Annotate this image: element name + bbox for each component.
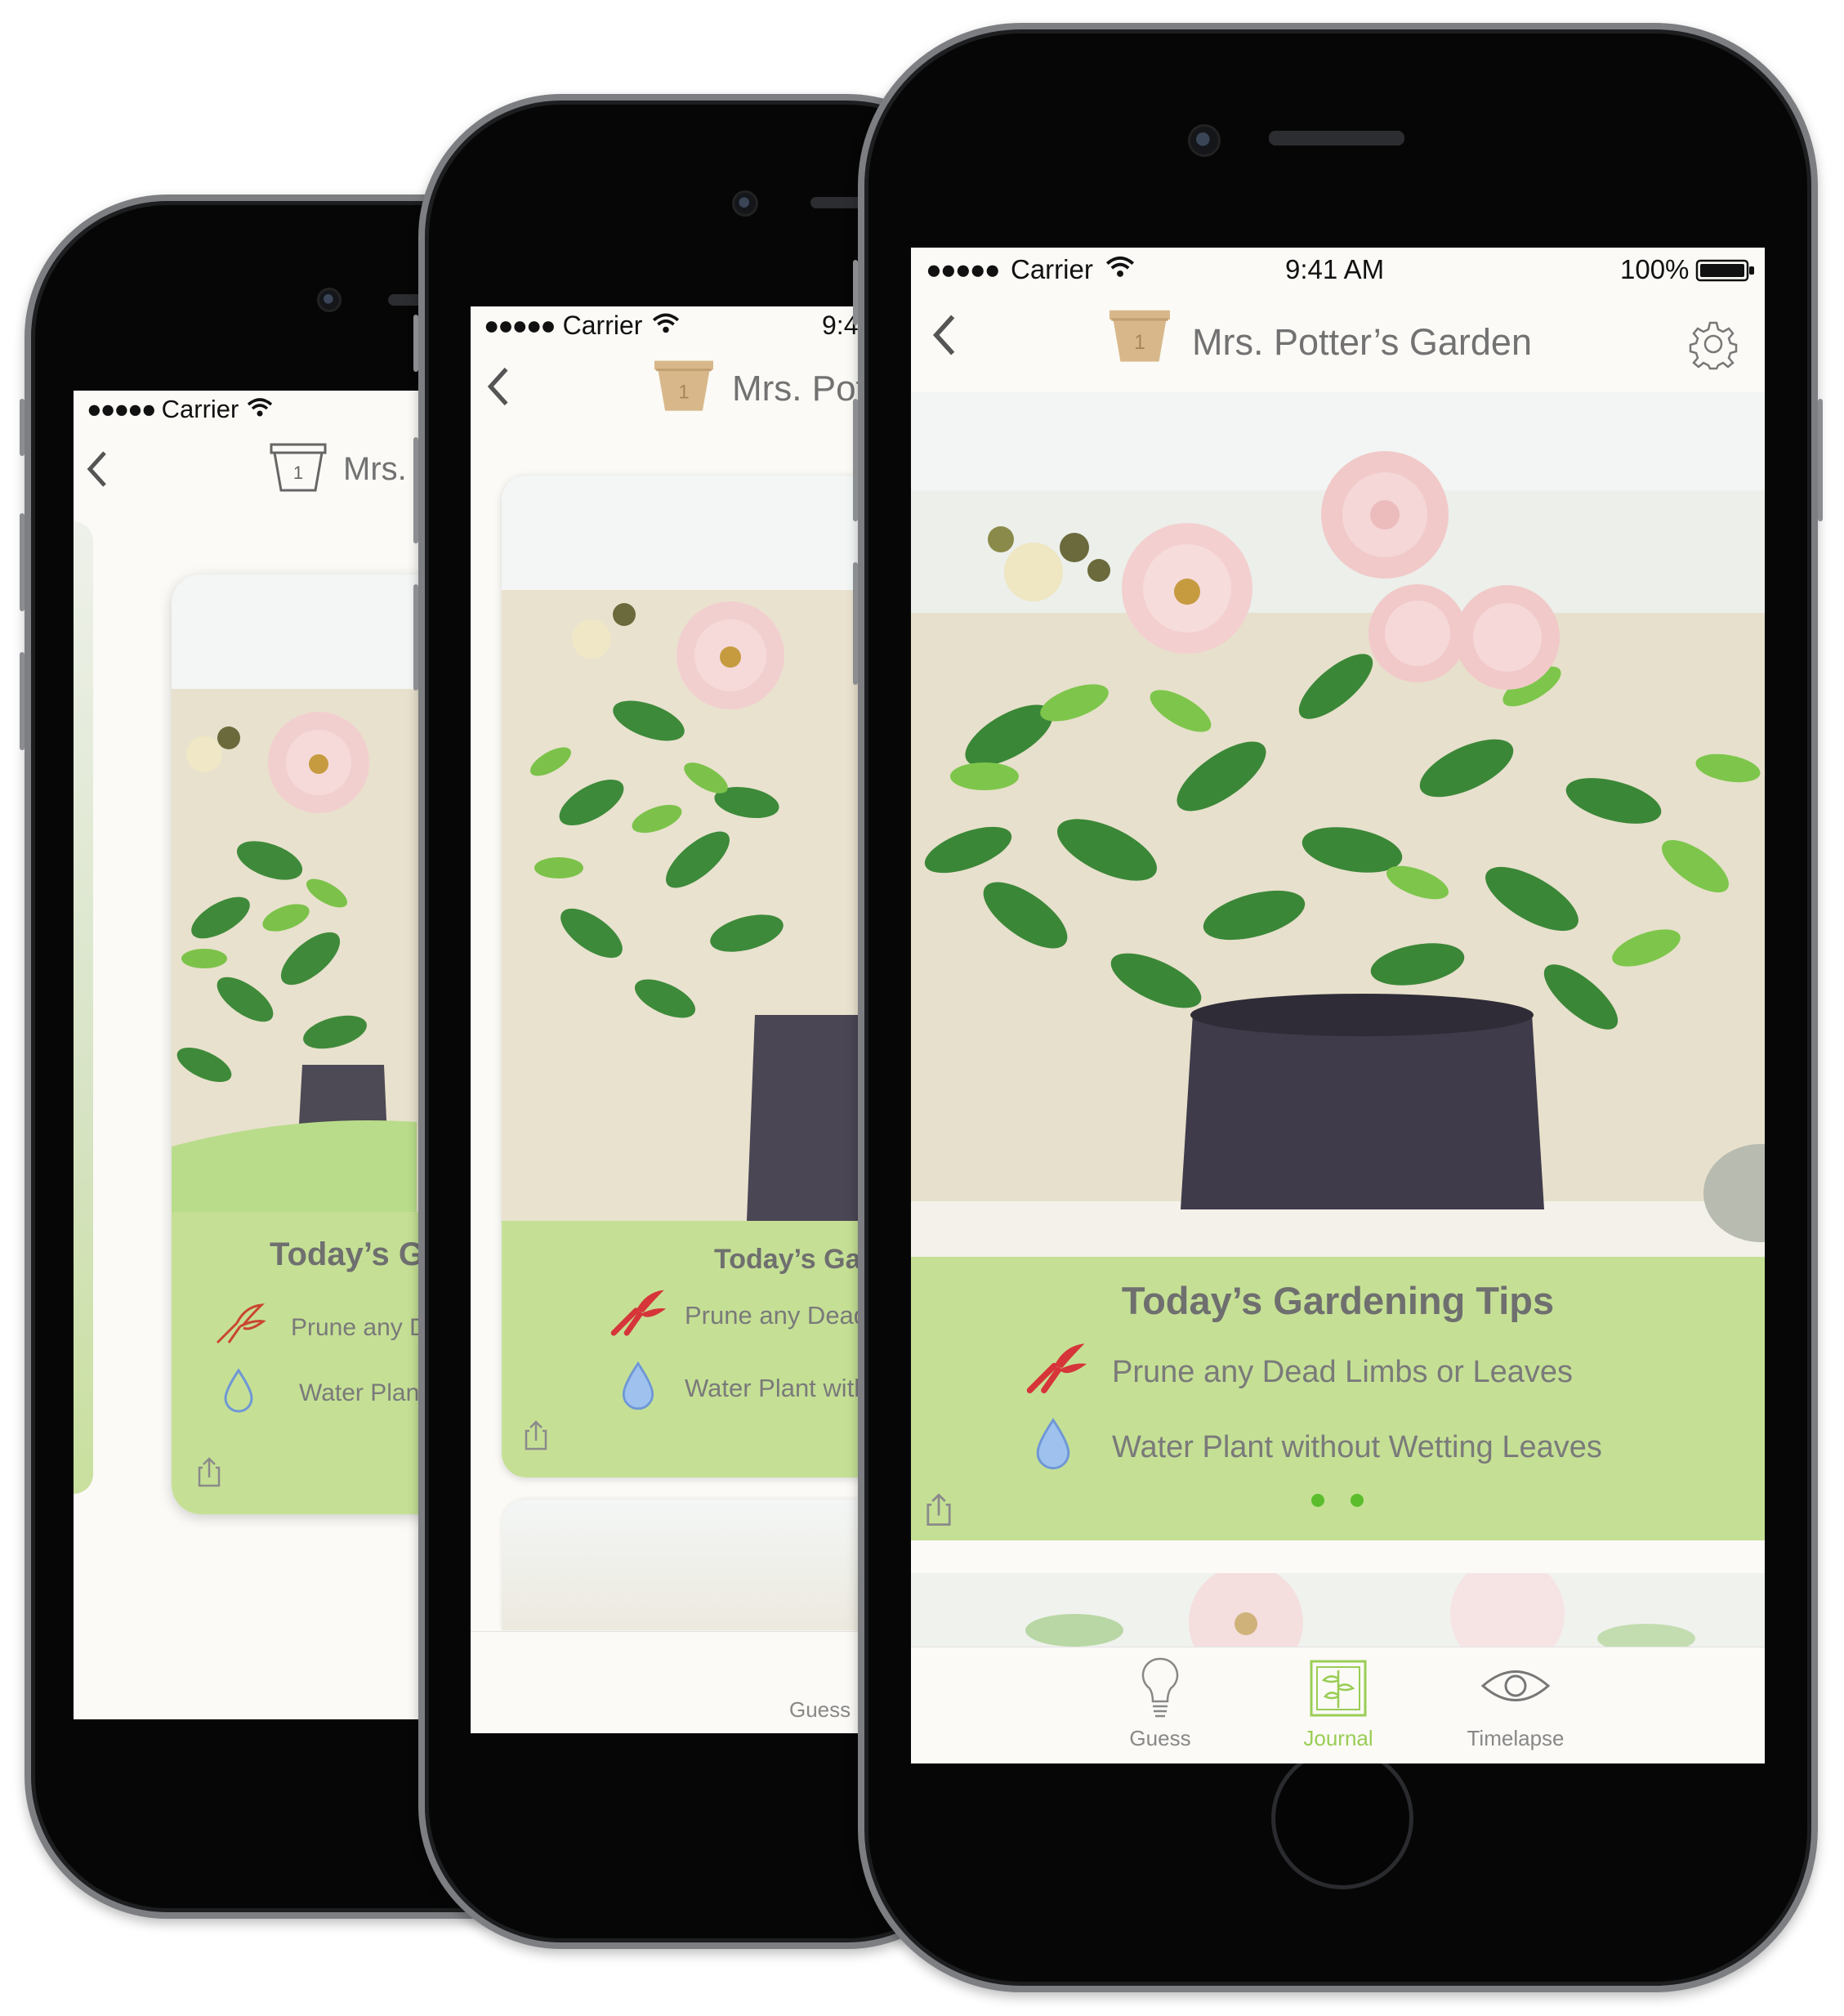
tip-text: Water Plant without Wetting Leaves xyxy=(1112,1429,1602,1464)
back-chevron-icon[interactable] xyxy=(931,311,958,363)
pot-icon: 1 xyxy=(1105,305,1174,369)
page-dot[interactable] xyxy=(1311,1494,1324,1507)
back-chevron-icon[interactable] xyxy=(485,365,511,412)
wifi-icon xyxy=(1105,254,1135,285)
signal-strength-icon: ●●●●● xyxy=(926,254,1001,284)
settings-gear-icon[interactable] xyxy=(1687,318,1739,374)
tip-item: Prune any Dead Limbs or Leaves xyxy=(1024,1339,1573,1406)
tab-label: Timelapse xyxy=(1467,1726,1565,1750)
nav-bar: 1 Mrs. Potter’s Garden xyxy=(911,290,1765,388)
tab-guess[interactable]: Guess xyxy=(1099,1656,1221,1751)
carrier-label: Carrier xyxy=(161,395,239,423)
back-chevron-icon[interactable] xyxy=(85,449,109,493)
pruning-shears-icon xyxy=(212,1302,275,1354)
tab-timelapse[interactable]: Timelapse xyxy=(1450,1665,1581,1751)
tips-title: Today’s Gardening Tips xyxy=(1121,1279,1555,1322)
carrier-label: Carrier xyxy=(1011,254,1093,284)
nav-title: Mrs. Potter’s Garden xyxy=(1192,321,1532,363)
water-drop-icon xyxy=(619,1360,673,1417)
wifi-icon xyxy=(247,395,273,424)
journal-card[interactable]: Today’s Gardening Tips Prune any Dead Li… xyxy=(911,392,1765,1540)
tab-bar: Guess Journal Timelapse xyxy=(911,1647,1765,1763)
signal-strength-icon: ●●●●● xyxy=(484,310,556,340)
phone-front: ●●●●● Carrier 9:41 AM 100% 1 Mrs. Potter… xyxy=(853,23,1823,1992)
eye-icon xyxy=(1450,1665,1581,1726)
screen-phone-3: ●●●●● Carrier 9:41 AM 100% 1 Mrs. Potter… xyxy=(911,248,1765,1763)
water-drop-icon xyxy=(1034,1416,1089,1478)
prev-card-edge xyxy=(74,521,93,1494)
pruning-shears-icon xyxy=(608,1286,673,1345)
lightbulb-icon xyxy=(1099,1656,1221,1726)
battery-percent: 100% xyxy=(1620,254,1690,284)
water-drop-icon xyxy=(222,1367,275,1419)
tips-panel: Today’s Gardening Tips Prune any Dead Li… xyxy=(911,1257,1765,1540)
tab-label: Guess xyxy=(1129,1726,1191,1750)
svg-text:1: 1 xyxy=(1134,332,1145,354)
journal-card-next[interactable] xyxy=(911,1573,1765,1647)
signal-strength-icon: ●●●●● xyxy=(87,395,157,423)
tab-journal[interactable]: Journal xyxy=(1277,1659,1400,1751)
wifi-icon xyxy=(652,311,680,341)
carrier-label: Carrier xyxy=(562,310,643,340)
svg-text:1: 1 xyxy=(678,381,689,403)
pruning-shears-icon xyxy=(1024,1339,1089,1406)
share-icon[interactable] xyxy=(924,1492,953,1532)
page-dot[interactable] xyxy=(1351,1494,1364,1507)
battery-icon xyxy=(1695,257,1756,288)
share-icon[interactable] xyxy=(523,1419,549,1456)
tip-text: Prune any Dead Limbs or Leaves xyxy=(1112,1354,1573,1389)
pot-icon: 1 xyxy=(650,355,717,418)
tab-label: Journal xyxy=(1303,1726,1373,1750)
share-icon[interactable] xyxy=(196,1456,222,1493)
journal-icon xyxy=(1277,1659,1400,1726)
status-time: 9:41 AM xyxy=(1285,254,1385,284)
tip-item: Water Plant without Wetting Leaves xyxy=(1034,1416,1602,1478)
page-indicator xyxy=(1311,1494,1364,1511)
plant-photo xyxy=(911,392,1765,1257)
pot-icon: 1 xyxy=(268,440,328,498)
svg-text:1: 1 xyxy=(293,463,303,483)
